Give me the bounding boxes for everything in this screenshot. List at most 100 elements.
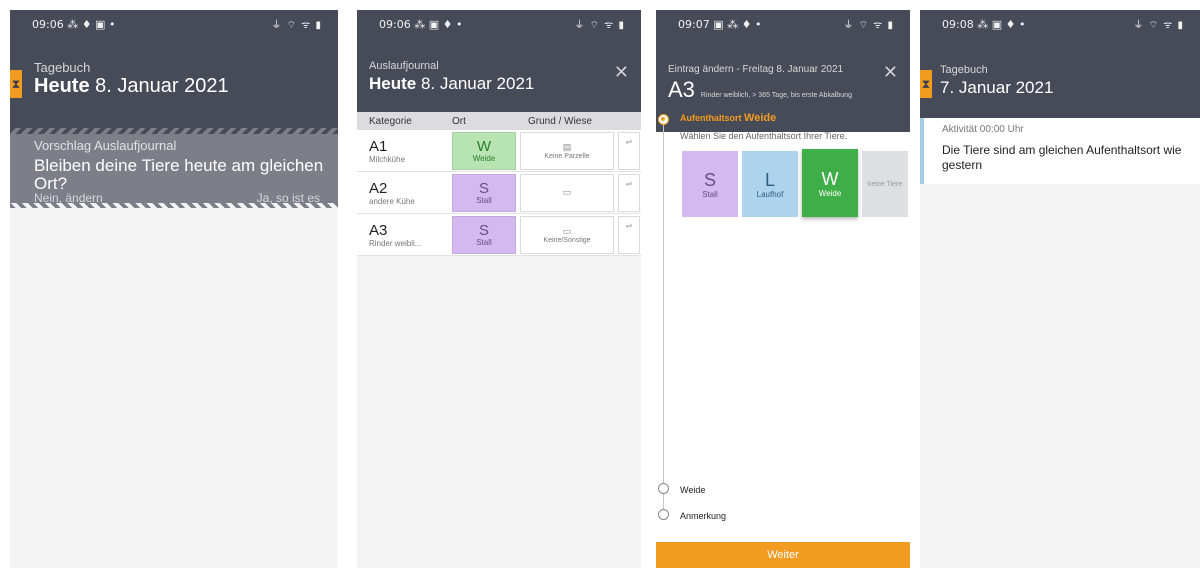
screen-edit-entry: 09:07 ▣ ⁂ ♦ • ⏚ ⌔ ᯤ ▮ Eintrag ändern - F…: [656, 10, 910, 568]
extra-icon[interactable]: ⇌: [618, 215, 640, 254]
hourglass-icon[interactable]: ⧗: [920, 70, 932, 98]
category-cell: A3 Rinder weibli...: [357, 222, 452, 248]
stepper-line: [663, 120, 664, 500]
screen-auslaufjournal: 09:06 ⁂ ▣ ♦ • ⏚ ⌔ ᯤ ▮ Auslaufjournal Heu…: [357, 10, 641, 568]
option-keine-tiere[interactable]: keine Tiere: [862, 151, 908, 217]
category-code: A3: [369, 221, 388, 239]
extra-icon[interactable]: ⇌: [618, 173, 640, 212]
table-row[interactable]: A3 Rinder weibli... S Stall ▭ Keine/Sons…: [357, 214, 641, 256]
ort-letter: W: [476, 137, 492, 155]
table-header: Kategorie Ort Grund / Wiese: [357, 112, 641, 130]
location-options: S Stall L Laufhof W Weide keine Tiere: [682, 149, 908, 217]
category-desc: Rinder weibli...: [369, 238, 422, 248]
step-hint: Wählen Sie den Aufenthaltsort Ihrer Tier…: [680, 131, 848, 141]
option-letter: S: [703, 169, 716, 190]
step-title-value: Weide: [744, 112, 777, 124]
option-letter: L: [764, 169, 775, 190]
header-subtitle: Tagebuch: [34, 60, 91, 75]
header-date: 7. Januar 2021: [940, 78, 1054, 97]
header-today: Heute: [34, 75, 90, 97]
extra-icon[interactable]: ⇌: [618, 131, 640, 170]
status-bar: 09:07 ▣ ⁂ ♦ • ⏚ ⌔ ᯤ ▮: [656, 10, 910, 38]
status-icons-right: ⏚ ⌔ ᯤ ▮: [271, 20, 322, 31]
option-letter: W: [821, 168, 839, 189]
category-description: Rinder weiblich, > 365 Tage, bis erste A…: [700, 92, 852, 99]
step-dot: [658, 509, 669, 520]
grund-text: Keine Parzelle: [544, 152, 590, 160]
step-anmerkung[interactable]: Anmerkung: [680, 511, 726, 521]
step-dot: [658, 483, 669, 494]
header: Auslaufjournal Heute 8. Januar 2021 ✕: [357, 38, 641, 112]
status-time: 09:06: [32, 17, 64, 31]
option-stall[interactable]: S Stall: [682, 151, 738, 217]
column-grund: Grund / Wiese: [528, 115, 592, 127]
screen-tagebuch-yesterday: 09:08 ⁂ ▣ ♦ • ⏚ ⌔ ᯤ ▮ ⧗ Tagebuch 7. Janu…: [920, 10, 1200, 568]
status-icons-right: ⏚ ⌔ ᯤ ▮: [843, 20, 894, 31]
grund-cell[interactable]: ▤ Keine Parzelle: [520, 131, 614, 170]
category-desc: andere Kühe: [369, 196, 415, 206]
header-subtitle: Tagebuch: [940, 64, 988, 76]
comment-icon: ▭: [562, 187, 572, 197]
zigzag-edge-top: [10, 128, 338, 134]
status-time: 09:07: [678, 17, 710, 31]
weiter-button[interactable]: Weiter: [656, 542, 910, 568]
option-word: Stall: [702, 189, 718, 199]
ort-word: Stall: [476, 195, 492, 205]
column-kategorie: Kategorie: [369, 115, 412, 127]
option-word: keine Tiere: [867, 180, 903, 188]
table-row[interactable]: A2 andere Kühe S Stall ▭ ⇌: [357, 172, 641, 214]
status-bar: 09:08 ⁂ ▣ ♦ • ⏚ ⌔ ᯤ ▮: [920, 10, 1200, 38]
category-code: A3: [668, 77, 695, 102]
table-row[interactable]: A1 Milchkühe W Weide ▤ Keine Parzelle ⇌: [357, 130, 641, 172]
ort-letter: S: [478, 221, 489, 239]
ort-tile[interactable]: S Stall: [452, 173, 516, 212]
journal-entry[interactable]: Aktivität 00:00 Uhr Die Tiere sind am gl…: [920, 118, 1200, 184]
suggestion-card: Vorschlag Auslaufjournal Bleiben deine T…: [10, 128, 338, 208]
category-code: A1: [369, 137, 388, 155]
status-time: 09:06: [379, 17, 411, 31]
close-icon[interactable]: ✕: [614, 62, 629, 83]
ort-tile[interactable]: W Weide: [452, 131, 516, 170]
category-cell: A1 Milchkühe: [357, 138, 452, 164]
close-icon[interactable]: ✕: [883, 62, 898, 83]
status-bar: 09:06 ⁂ ♦ ▣ • ⏚ ⌔ ᯤ ▮: [10, 10, 338, 38]
ort-word: Stall: [476, 237, 492, 247]
status-icons-left: ▣ ⁂ ♦ •: [713, 17, 762, 31]
option-word: Weide: [818, 188, 842, 198]
step-title: Aufenthaltsort Weide: [680, 112, 776, 124]
entry-message: Die Tiere sind am gleichen Aufenthaltsor…: [942, 143, 1182, 172]
category-code: A2: [369, 179, 388, 197]
suggestion-question: Bleiben deine Tiere heute am gleichen Or…: [34, 156, 324, 193]
header-title: Heute 8. Januar 2021: [369, 74, 641, 94]
comment-icon: ▭: [562, 225, 572, 236]
header-date: 8. Januar 2021: [89, 75, 229, 97]
header-today: Heute: [369, 74, 417, 93]
step-weide[interactable]: Weide: [680, 485, 705, 495]
status-icons-right: ⏚ ⌔ ᯤ ▮: [1133, 20, 1184, 31]
ort-tile[interactable]: S Stall: [452, 215, 516, 254]
entry-time: Aktivität 00:00 Uhr: [942, 124, 1024, 135]
status-icons-right: ⏚ ⌔ ᯤ ▮: [574, 20, 625, 31]
grund-cell[interactable]: ▭ Keine/Sonstige: [520, 215, 614, 254]
column-ort: Ort: [452, 115, 466, 127]
category-cell: A2 andere Kühe: [357, 180, 452, 206]
step-title-label: Aufenthaltsort: [680, 113, 742, 123]
status-icons-left: ⁂ ▣ ♦ •: [977, 17, 1026, 31]
header-subtitle: Auslaufjournal: [369, 60, 439, 72]
status-icons-left: ⁂ ▣ ♦ •: [414, 17, 463, 31]
suggestion-title: Vorschlag Auslaufjournal: [34, 138, 177, 153]
hourglass-icon[interactable]: ⧗: [10, 70, 22, 98]
ort-word: Weide: [472, 153, 496, 163]
option-laufhof[interactable]: L Laufhof: [742, 151, 798, 217]
category-desc: Milchkühe: [369, 154, 406, 164]
status-time: 09:08: [942, 17, 974, 31]
parcel-icon: ▤: [562, 141, 572, 152]
option-weide[interactable]: W Weide: [802, 149, 858, 217]
step-active-dot: [658, 114, 669, 125]
screen-tagebuch-today: 09:06 ⁂ ♦ ▣ • ⏚ ⌔ ᯤ ▮ ⧗ Tagebuch Heute 8…: [10, 10, 338, 568]
zigzag-edge: [10, 202, 338, 208]
status-icons-left: ⁂ ♦ ▣ •: [67, 17, 116, 31]
grund-text: Keine/Sonstige: [543, 236, 591, 244]
grund-cell[interactable]: ▭: [520, 173, 614, 212]
header: ⧗ Tagebuch Heute 8. Januar 2021: [10, 38, 338, 128]
